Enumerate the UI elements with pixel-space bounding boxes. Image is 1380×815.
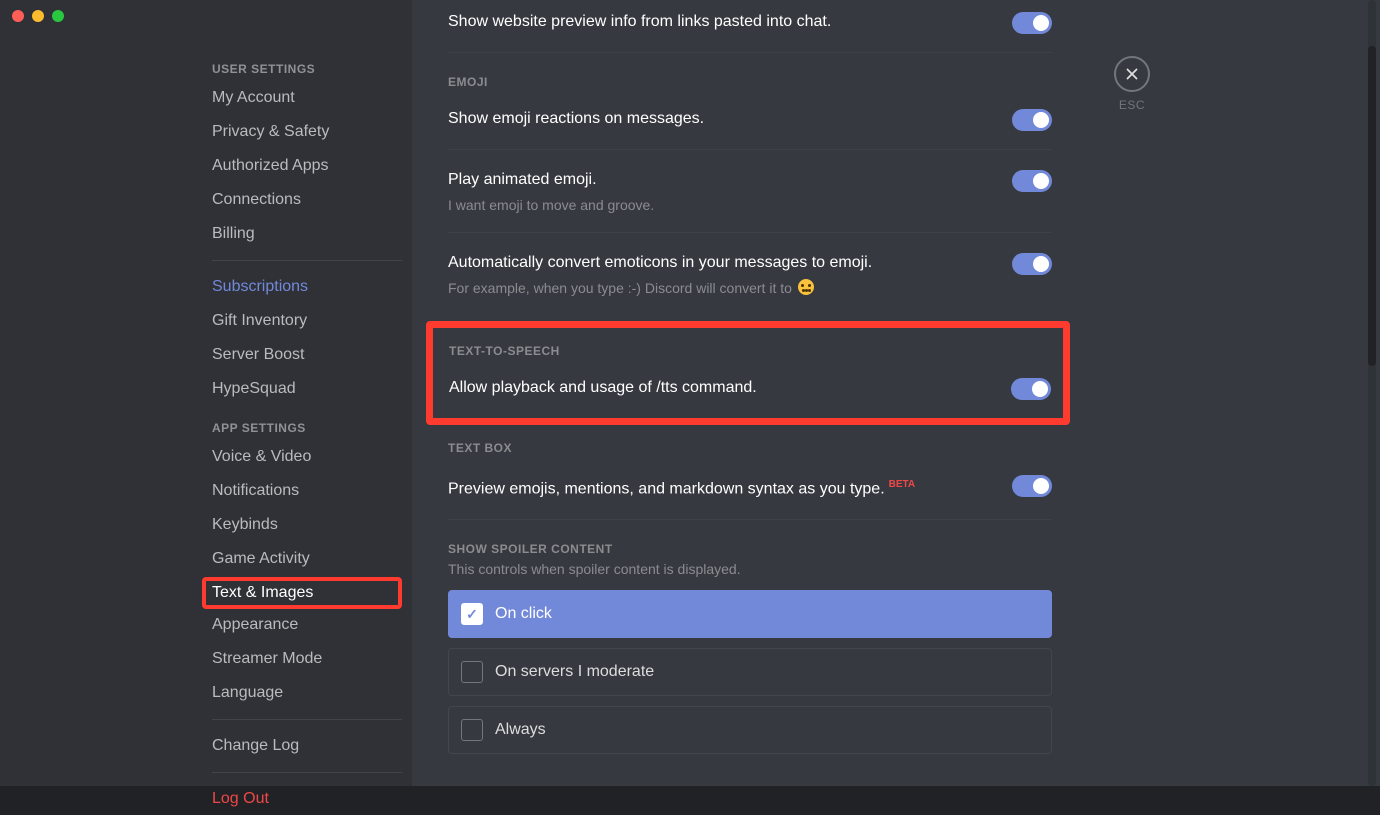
sidebar-item-change-log[interactable]: Change Log [212,730,402,762]
setting-emoji-reactions: Show emoji reactions on messages. [448,89,1052,150]
checkbox-icon: ✓ [461,603,483,625]
sidebar-separator [212,719,402,720]
settings-sidebar: USER SETTINGS My Account Privacy & Safet… [212,48,412,786]
settings-content: Show website preview info from links pas… [412,0,1072,786]
sidebar-item-game-activity[interactable]: Game Activity [212,543,402,575]
user-settings-header: USER SETTINGS [212,48,402,82]
setting-label: Show emoji reactions on messages. [448,107,996,131]
sidebar-item-log-out[interactable]: Log Out [212,783,402,815]
close-esc-label: ESC [1114,98,1150,112]
sidebar-item-notifications[interactable]: Notifications [212,475,402,507]
tts-section-header: TEXT-TO-SPEECH [449,334,1051,358]
sidebar-item-voice-video[interactable]: Voice & Video [212,441,402,473]
setting-description: For example, when you type :-) Discord w… [448,279,996,297]
smile-emoji-icon [798,279,814,295]
sidebar-item-billing[interactable]: Billing [212,218,402,250]
beta-badge: BETA [889,479,915,490]
option-label: On servers I moderate [495,663,654,681]
window-close-dot[interactable] [12,10,24,22]
sidebar-item-keybinds[interactable]: Keybinds [212,509,402,541]
toggle-preview-syntax[interactable] [1012,475,1052,497]
sidebar-item-appearance[interactable]: Appearance [212,609,402,641]
window-zoom-dot[interactable] [52,10,64,22]
close-button[interactable] [1114,56,1150,92]
setting-convert-emoticons: Automatically convert emoticons in your … [448,233,1052,315]
spoiler-option-on-click[interactable]: ✓ On click [448,590,1052,638]
setting-label: Preview emojis, mentions, and markdown s… [448,473,996,501]
setting-label: Play animated emoji. [448,168,996,192]
toggle-emoji-reactions[interactable] [1012,109,1052,131]
highlight-box-tts: TEXT-TO-SPEECH Allow playback and usage … [426,321,1070,425]
spoiler-section-header: SHOW SPOILER CONTENT [448,520,1052,556]
sidebar-item-my-account[interactable]: My Account [212,82,402,114]
spoiler-option-always[interactable]: Always [448,706,1052,754]
sidebar-item-subscriptions[interactable]: Subscriptions [212,271,402,303]
spoiler-option-servers-moderate[interactable]: On servers I moderate [448,648,1052,696]
toggle-convert-emoticons[interactable] [1012,253,1052,275]
setting-animated-emoji: Play animated emoji. I want emoji to mov… [448,150,1052,233]
content-region: ESC Show website preview info from links… [412,0,1380,786]
setting-label: Show website preview info from links pas… [448,10,996,34]
setting-tts: Allow playback and usage of /tts command… [449,358,1051,404]
sidebar-region: USER SETTINGS My Account Privacy & Safet… [0,0,412,786]
sidebar-item-hypesquad[interactable]: HypeSquad [212,373,402,405]
checkbox-icon [461,719,483,741]
option-label: Always [495,721,546,739]
sidebar-separator [212,772,402,773]
textbox-section-header: TEXT BOX [448,431,1052,455]
toggle-link-preview[interactable] [1012,12,1052,34]
spoiler-description: This controls when spoiler content is di… [448,560,1052,578]
checkbox-icon [461,661,483,683]
sidebar-item-server-boost[interactable]: Server Boost [212,339,402,371]
toggle-tts[interactable] [1011,378,1051,400]
window-controls [12,10,64,22]
sidebar-item-authorized-apps[interactable]: Authorized Apps [212,150,402,182]
setting-description: I want emoji to move and groove. [448,196,996,214]
emoji-section-header: EMOJI [448,53,1052,89]
sidebar-item-streamer-mode[interactable]: Streamer Mode [212,643,402,675]
scrollbar-thumb[interactable] [1368,46,1376,366]
window-minimize-dot[interactable] [32,10,44,22]
app-settings-header: APP SETTINGS [212,407,402,441]
close-settings: ESC [1114,56,1150,112]
highlight-box-text-images: Text & Images [202,577,402,609]
setting-label: Allow playback and usage of /tts command… [449,376,995,400]
sidebar-item-text-images[interactable]: Text & Images [212,583,392,603]
sidebar-item-language[interactable]: Language [212,677,402,709]
sidebar-item-privacy-safety[interactable]: Privacy & Safety [212,116,402,148]
close-icon [1123,65,1141,83]
sidebar-item-gift-inventory[interactable]: Gift Inventory [212,305,402,337]
sidebar-separator [212,260,402,261]
setting-label: Automatically convert emoticons in your … [448,251,996,275]
sidebar-item-connections[interactable]: Connections [212,184,402,216]
option-label: On click [495,605,552,623]
setting-preview-syntax: Preview emojis, mentions, and markdown s… [448,455,1052,520]
setting-link-preview: Show website preview info from links pas… [448,0,1052,53]
toggle-animated-emoji[interactable] [1012,170,1052,192]
